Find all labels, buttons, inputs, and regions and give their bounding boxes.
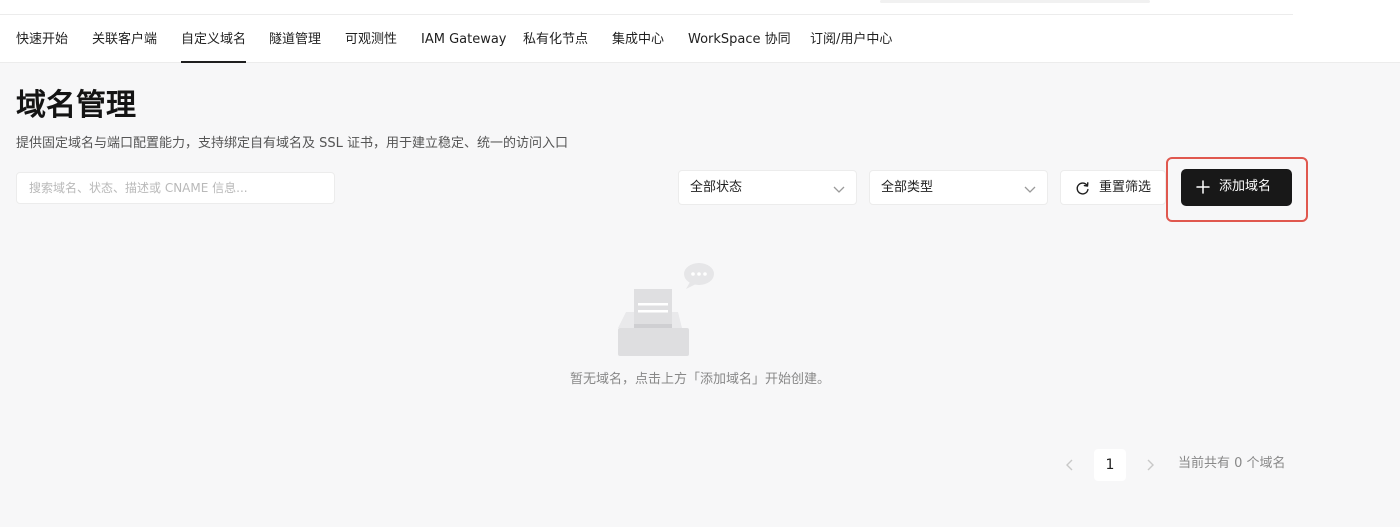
nav-item-private-nodes[interactable]: 私有化节点: [523, 30, 588, 50]
reset-filters-button[interactable]: 重置筛选: [1060, 170, 1166, 205]
nav-item-subscription[interactable]: 订阅/用户中心: [810, 30, 892, 50]
nav-item-observability[interactable]: 可观测性: [345, 30, 397, 50]
nav-item-integrations[interactable]: 集成中心: [612, 30, 664, 50]
type-select-value: 全部类型: [881, 180, 934, 195]
nav-item-workspace[interactable]: WorkSpace 协同: [688, 30, 791, 50]
empty-state-message: 暂无域名，点击上方「添加域名」开始创建。: [569, 372, 830, 387]
search-input[interactable]: [16, 172, 335, 204]
page-title: 域名管理: [16, 88, 136, 123]
empty-inbox-icon: [618, 263, 714, 356]
nav-item-tunnels[interactable]: 隧道管理: [269, 30, 321, 50]
add-domain-button[interactable]: 添加域名: [1181, 169, 1292, 206]
status-select[interactable]: 全部状态: [678, 170, 857, 205]
pagination-total: 当前共有 0 个域名: [1178, 456, 1286, 471]
nav-item-quick-start[interactable]: 快速开始: [16, 30, 68, 50]
main-nav: 快速开始 关联客户端 自定义域名 隧道管理 可观测性 IAM Gateway 私…: [0, 0, 1400, 63]
status-select-value: 全部状态: [690, 180, 743, 195]
chevron-down-icon: [1024, 186, 1036, 193]
nav-item-iam-gateway[interactable]: IAM Gateway: [421, 30, 507, 50]
chevron-right-icon[interactable]: [1142, 456, 1158, 474]
plus-icon: [1196, 180, 1210, 194]
page-description: 提供固定域名与端口配置能力，支持绑定自有域名及 SSL 证书，用于建立稳定、统一…: [16, 136, 569, 151]
pagination-current-page[interactable]: 1: [1094, 449, 1126, 481]
top-navigation-bar: 快速开始 关联客户端 自定义域名 隧道管理 可观测性 IAM Gateway 私…: [0, 0, 1400, 63]
chevron-left-icon[interactable]: [1062, 456, 1078, 474]
add-domain-label: 添加域名: [1219, 179, 1272, 194]
type-select[interactable]: 全部类型: [869, 170, 1048, 205]
reset-filters-label: 重置筛选: [1099, 180, 1152, 195]
nav-item-linked-clients[interactable]: 关联客户端: [92, 30, 157, 50]
nav-item-custom-domains[interactable]: 自定义域名: [181, 30, 247, 63]
chevron-down-icon: [833, 186, 845, 193]
refresh-icon: [1076, 182, 1089, 195]
